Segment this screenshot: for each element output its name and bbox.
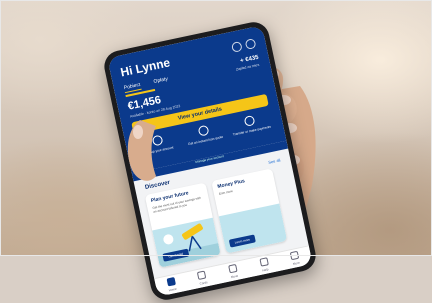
nav-help[interactable]: Help <box>253 256 275 274</box>
nav-cards[interactable]: Cards <box>191 269 213 287</box>
card-icon <box>197 270 207 280</box>
nav-move[interactable]: Move <box>222 263 244 281</box>
help-icon <box>259 257 269 267</box>
transfer-icon <box>228 263 238 274</box>
nav-label: Move <box>230 273 239 280</box>
nav-label: Help <box>261 267 269 273</box>
thumb-illustration <box>127 120 156 181</box>
nav-home[interactable]: Home <box>160 276 182 294</box>
nav-label: Home <box>168 286 178 293</box>
nav-label: More <box>292 260 301 266</box>
nav-label: Cards <box>199 280 208 286</box>
home-icon <box>166 276 176 287</box>
